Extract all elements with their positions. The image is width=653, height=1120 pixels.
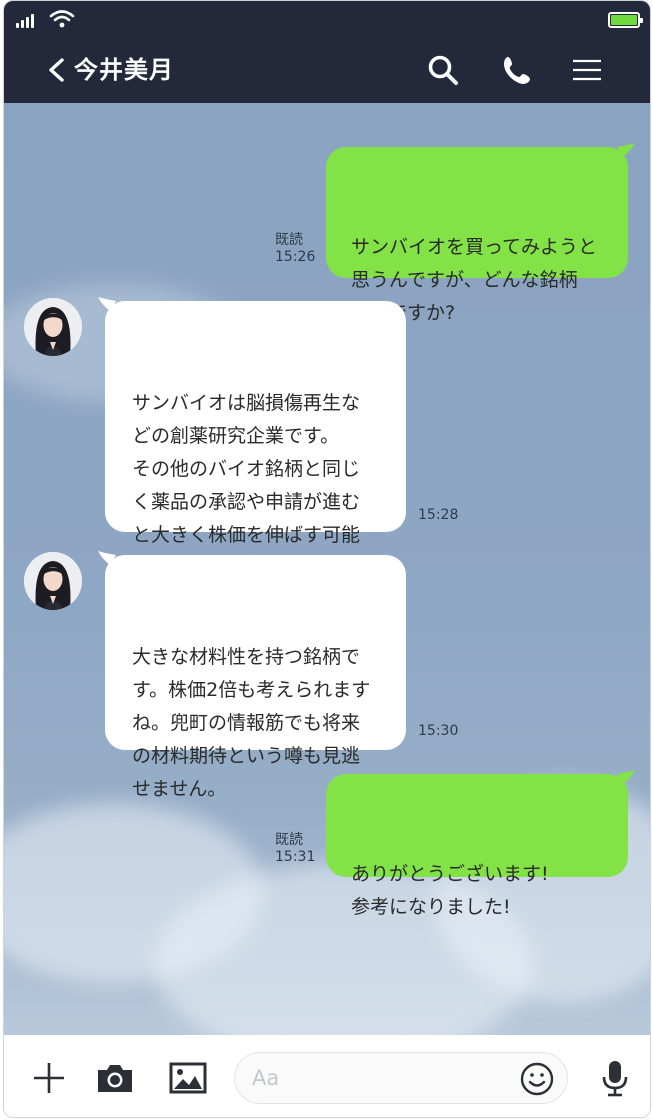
message-input[interactable]: Aa: [234, 1052, 568, 1104]
input-bar: Aa: [4, 1035, 650, 1117]
avatar-icon: [24, 552, 82, 610]
message-bubble-received[interactable]: 大きな材料性を持つ銘柄で す。株価2倍も考えられます ね。兜町の情報筋でも将来 …: [98, 551, 406, 800]
message-bubble-sent[interactable]: サンバイオを買ってみようと 思うんですが、どんな銘柄 なんですか?: [326, 143, 635, 324]
microphone-icon[interactable]: [594, 1057, 636, 1099]
message-meta: 既読 15:26: [275, 232, 315, 266]
phone-screen: 今井美月 サンバイオを買ってみようと 思うんですが、どんな銘柄 なんですか? 既…: [3, 0, 651, 1118]
message-bubble-sent[interactable]: ありがとうございます! 参考になりました!: [326, 770, 635, 918]
search-icon[interactable]: [426, 53, 460, 87]
emoji-icon[interactable]: [519, 1061, 555, 1097]
wifi-icon: [49, 10, 75, 28]
chat-area[interactable]: サンバイオを買ってみようと 思うんですが、どんな銘柄 なんですか? 既読 15:…: [4, 103, 650, 1035]
message-time: 15:28: [418, 507, 459, 523]
avatar[interactable]: [24, 298, 82, 356]
avatar-icon: [24, 298, 82, 356]
plus-icon[interactable]: [28, 1057, 70, 1099]
menu-icon[interactable]: [570, 53, 604, 87]
back-chevron-icon[interactable]: [42, 55, 72, 85]
battery-icon: [608, 12, 643, 28]
status-bar: [4, 1, 650, 39]
read-receipt: 既読: [275, 232, 303, 248]
avatar[interactable]: [24, 552, 82, 610]
message-input-placeholder: Aa: [252, 1066, 280, 1090]
message-bubble-received[interactable]: サンバイオは脳損傷再生な どの創薬研究企業です。 その他のバイオ銘柄と同じ く薬…: [98, 297, 406, 579]
message-time: 15:30: [418, 723, 459, 739]
chat-header: 今井美月: [4, 39, 650, 103]
signal-icon: [16, 14, 34, 28]
image-icon[interactable]: [167, 1057, 209, 1099]
message-time: 15:31: [275, 849, 316, 865]
read-receipt: 既読: [275, 832, 303, 848]
message-meta: 既読 15:31: [275, 832, 315, 866]
message-text: サンバイオは脳損傷再生な どの創薬研究企業です。 その他のバイオ銘柄と同じ く薬…: [132, 392, 361, 579]
camera-icon[interactable]: [94, 1057, 136, 1099]
phone-call-icon[interactable]: [500, 53, 534, 87]
message-time: 15:26: [275, 249, 316, 265]
contact-name: 今井美月: [74, 56, 174, 84]
